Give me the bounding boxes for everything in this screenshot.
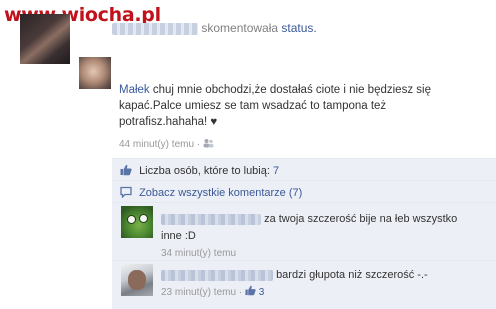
view-all-bar[interactable]: Zobacz wszystkie komentarze (7) — [112, 180, 496, 202]
likes-bar: Liczba osób, które to lubią: 7 — [112, 158, 496, 180]
story-action: skomentowała — [201, 21, 279, 35]
view-all-comments-link[interactable]: Zobacz wszystkie komentarze (7) — [139, 187, 302, 199]
main-comment: Małek chuj mnie obchodzi,że dostałaś cio… — [119, 82, 491, 130]
frog-eye-right — [139, 214, 148, 223]
comment-timestamp[interactable]: 44 minut(y) temu — [119, 139, 194, 150]
reply-2-face — [128, 270, 146, 290]
reply-1-text-line1: za twoja szczerość bije na łeb wszystko — [264, 213, 458, 225]
comment-meta: 44 minut(y) temu · — [119, 138, 214, 150]
comment-text-line2: kapać.Palce umiesz se tam wsadzać to tam… — [119, 100, 387, 112]
reply-2-like-count[interactable]: 3 — [259, 287, 265, 298]
reply-1-body: za twoja szczerość bije na łeb wszystko … — [161, 211, 491, 262]
blurred-author-name[interactable] — [112, 22, 198, 35]
reply-2-timestamp[interactable]: 23 minut(y) temu — [161, 287, 236, 298]
audience-icon — [203, 139, 214, 150]
poster-avatar[interactable] — [20, 14, 70, 64]
reply-2-separator: · — [238, 287, 243, 298]
likes-count-link[interactable]: 7 — [273, 165, 279, 177]
status-link[interactable]: status. — [281, 21, 316, 35]
reply-1-text-line2: inne :D — [161, 230, 196, 242]
meta-separator: · — [196, 139, 201, 150]
reply-2-body: bardzi głupota niż szczerość -.- 23 minu… — [161, 267, 491, 301]
reply-2-text-line1: bardzi głupota niż szczerość -.- — [276, 269, 428, 281]
likes-label: Liczba osób, które to lubią: — [139, 165, 270, 177]
reply-2-meta: 23 minut(y) temu · 3 — [161, 284, 491, 301]
reply-2-like-thumb-icon[interactable] — [245, 285, 259, 298]
comment-text-line1: chuj mnie obchodzi,że dostałaś ciote i n… — [152, 84, 431, 96]
reply-1-author-blurred[interactable] — [161, 213, 261, 225]
comments-bubble-icon — [120, 186, 132, 201]
frog-eye-left — [127, 215, 136, 224]
comment-author-link[interactable]: Małek — [119, 84, 150, 96]
reply-2-avatar[interactable] — [121, 264, 153, 296]
like-thumb-icon — [120, 164, 132, 179]
comment-text-line3: potrafisz.hahaha! ♥ — [119, 116, 218, 128]
reply-1-avatar[interactable] — [121, 206, 153, 238]
commenter-avatar[interactable] — [79, 57, 111, 89]
reply-2-author-blurred[interactable] — [161, 269, 273, 281]
story-header: skomentowała status. — [112, 21, 317, 35]
